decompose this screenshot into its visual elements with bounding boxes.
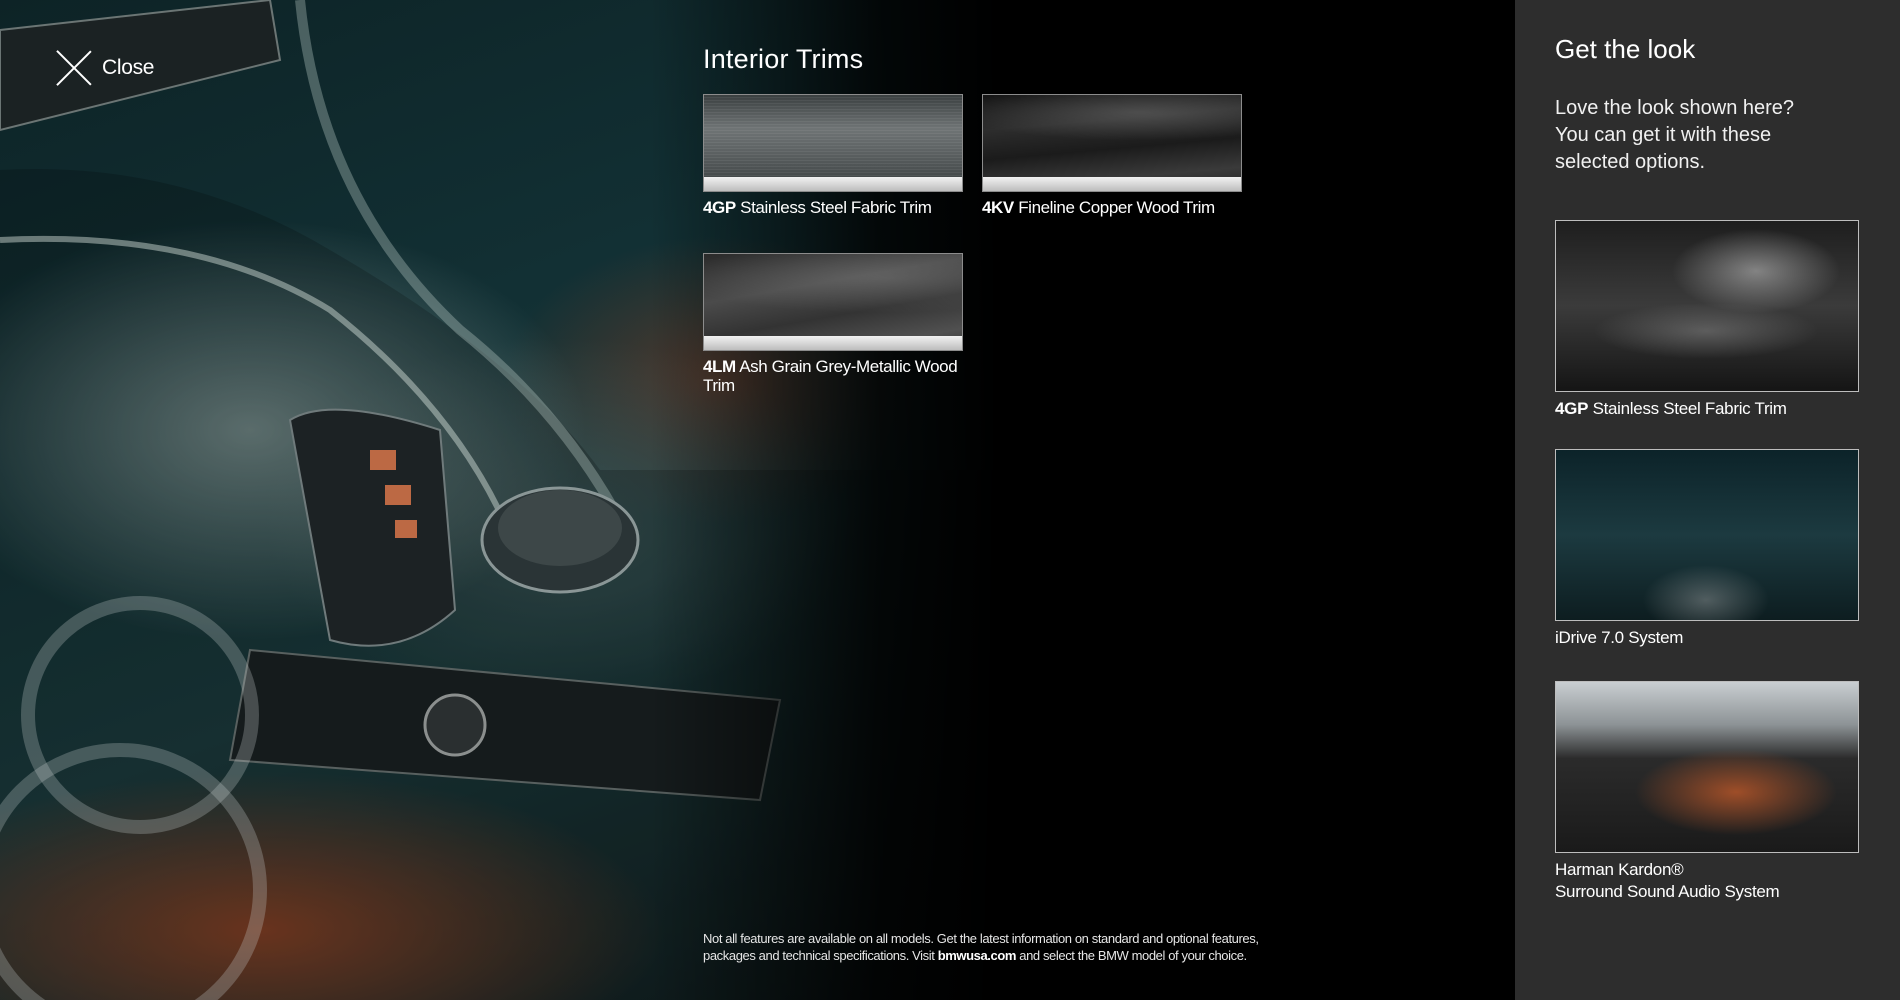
- look-item-4gp[interactable]: 4GP Stainless Steel Fabric Trim: [1555, 220, 1859, 420]
- trim-swatch-4gp: [703, 94, 963, 192]
- get-the-look-panel: Get the look Love the look shown here? Y…: [1515, 0, 1900, 1000]
- trim-caption: 4GP Stainless Steel Fabric Trim: [703, 198, 963, 217]
- trim-caption: 4KV Fineline Copper Wood Trim: [982, 198, 1242, 217]
- close-label: Close: [102, 56, 155, 79]
- look-caption: iDrive 7.0 System: [1555, 627, 1859, 649]
- trim-card-4lm[interactable]: 4LM Ash Grain Grey-Metallic Wood Trim: [703, 253, 963, 395]
- trim-caption: 4LM Ash Grain Grey-Metallic Wood Trim: [703, 357, 963, 395]
- look-thumbnail-console: [1555, 220, 1859, 392]
- disclaimer-text-after: and select the BMW model of your choice.: [1016, 948, 1247, 963]
- section-title: Interior Trims: [703, 44, 864, 74]
- close-icon: [54, 48, 94, 88]
- look-name-line2: Surround Sound Audio System: [1555, 882, 1780, 901]
- trim-swatch-4lm: [703, 253, 963, 351]
- look-name: iDrive 7.0 System: [1555, 628, 1684, 647]
- trim-code: 4GP: [703, 198, 736, 217]
- look-name: Harman Kardon®: [1555, 860, 1684, 879]
- look-code: 4GP: [1555, 399, 1589, 418]
- trim-name: Fineline Copper Wood Trim: [1018, 198, 1215, 217]
- look-item-idrive[interactable]: iDrive 7.0 System: [1555, 449, 1859, 649]
- disclaimer-text: Not all features are available on all mo…: [703, 930, 1303, 964]
- panel-title: Get the look: [1555, 34, 1696, 64]
- look-item-harman-kardon[interactable]: Harman Kardon® Surround Sound Audio Syst…: [1555, 681, 1859, 903]
- look-caption: 4GP Stainless Steel Fabric Trim: [1555, 398, 1859, 420]
- trim-card-4kv[interactable]: 4KV Fineline Copper Wood Trim: [982, 94, 1242, 217]
- trim-code: 4KV: [982, 198, 1014, 217]
- panel-intro: Love the look shown here? You can get it…: [1555, 97, 1795, 173]
- look-thumbnail-idrive: [1555, 449, 1859, 621]
- trim-name: Stainless Steel Fabric Trim: [740, 198, 932, 217]
- look-name: Stainless Steel Fabric Trim: [1592, 399, 1787, 418]
- close-button[interactable]: Close: [54, 48, 155, 88]
- trim-swatch-4kv: [982, 94, 1242, 192]
- trim-card-4gp[interactable]: 4GP Stainless Steel Fabric Trim: [703, 94, 963, 217]
- look-thumbnail-door: [1555, 681, 1859, 853]
- website-link[interactable]: bmwusa.com: [938, 948, 1017, 963]
- look-caption: Harman Kardon® Surround Sound Audio Syst…: [1555, 859, 1859, 903]
- trim-name: Ash Grain Grey-Metallic Wood Trim: [703, 357, 958, 395]
- trim-code: 4LM: [703, 357, 736, 376]
